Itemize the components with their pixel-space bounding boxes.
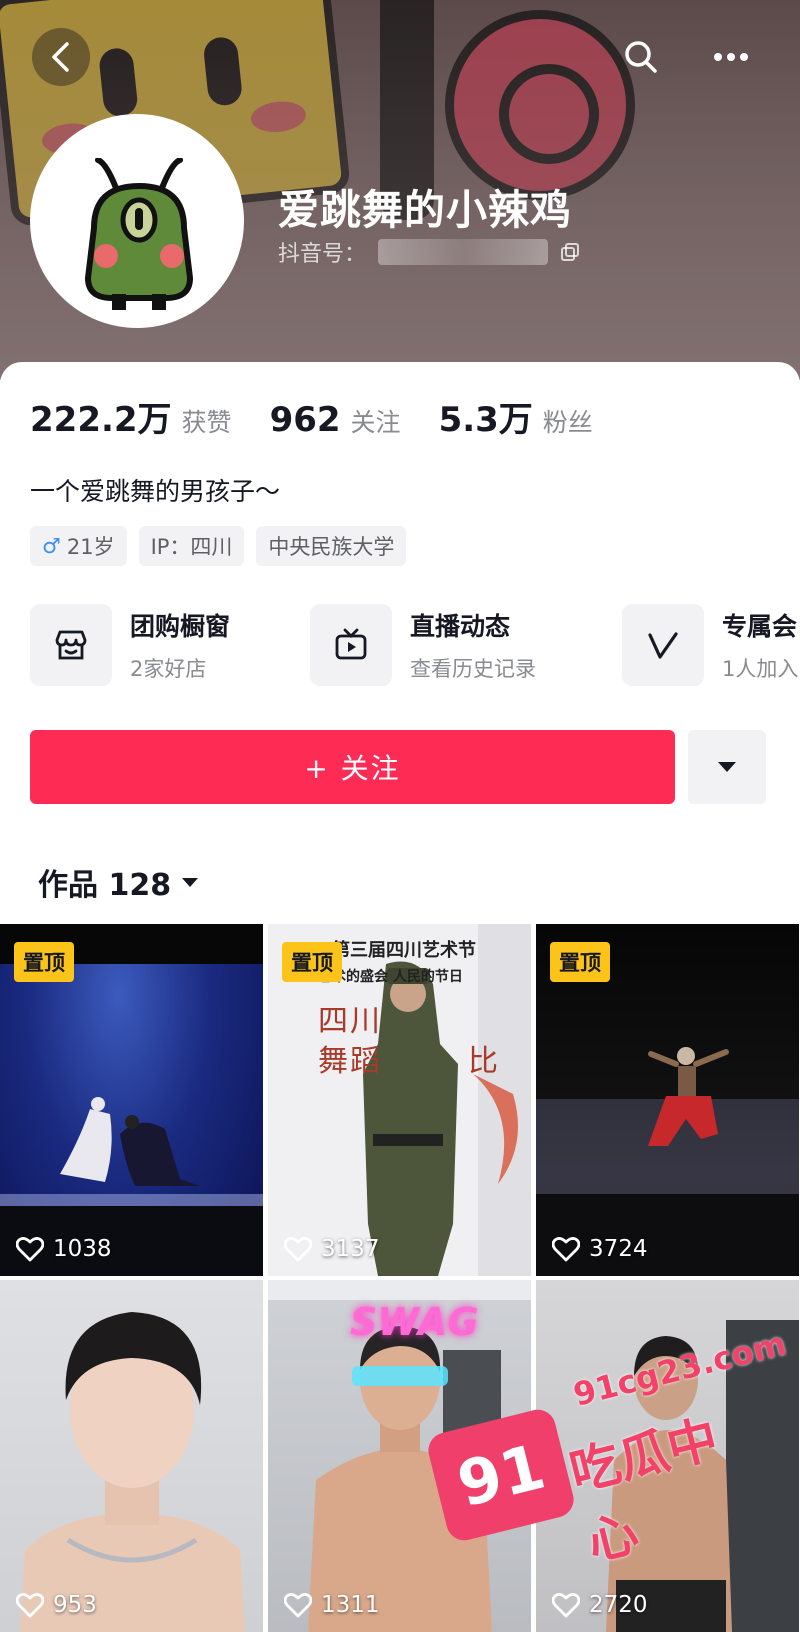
like-count: 1038 [16,1236,112,1262]
v-icon [648,632,678,659]
heart-icon [16,1237,44,1262]
feature-subtitle: 2家好店 [130,657,207,681]
back-button[interactable] [32,28,90,86]
tab-works[interactable]: 作品 128 [38,860,199,904]
feature-exclusive-membership[interactable]: 专属会 1人加入 [622,604,798,686]
feature-icon-box [30,604,112,686]
video-thumbnail[interactable]: 第三届四川艺术节 艺术的盛会 人民的节日 四川 舞蹈 比 置顶 3137 [268,924,531,1276]
poster-line-3: 四川 [318,1004,382,1039]
thumbnail-image-mirror-selfie [606,1320,799,1632]
video-thumbnail[interactable]: 置顶 1038 [0,924,263,1276]
heart-icon [552,1593,580,1618]
profile-stats: 222.2万 获赞 962 关注 5.3万 粉丝 [30,392,631,441]
video-thumbnail[interactable]: SWAG 1311 [268,1280,531,1632]
feature-title: 直播动态 [410,612,511,641]
stat-value: 962 [269,400,341,440]
douyin-id-value-redacted [378,239,549,265]
profile-username: 爱跳舞的小辣鸡 [278,186,572,234]
recommend-dropdown-button[interactable] [688,730,766,804]
stat-value: 5.3万 [438,400,533,440]
profile-bio: 一个爱跳舞的男孩子～ [30,477,281,506]
avatar[interactable] [30,114,244,328]
stat-followers[interactable]: 5.3万 粉丝 [439,392,593,441]
profile-page: 爱跳舞的小辣鸡 抖音号： 222.2万 获赞 962 关注 5.3万 粉丝 一个… [0,0,800,1632]
tag-gender-age: ♂ 21岁 [30,526,127,566]
male-icon: ♂ [42,534,61,558]
feature-icon-box [310,604,392,686]
follow-button[interactable]: + 关注 [30,730,675,804]
pinned-badge: 置顶 [14,942,74,982]
like-count-value: 2720 [589,1592,648,1618]
stat-label: 获赞 [181,408,232,437]
copy-icon[interactable] [560,242,580,262]
douyin-id-row: 抖音号： [278,236,580,268]
poster-line-4: 舞蹈 [318,1044,382,1079]
heart-icon [552,1237,580,1262]
feature-group-buy-window[interactable]: 团购橱窗 2家好店 [30,604,230,686]
tv-icon [335,628,367,660]
store-icon [55,630,87,660]
poster-line-1: 第三届四川艺术节 [332,940,476,961]
age-label: 21岁 [66,535,115,559]
feature-title: 团购橱窗 [130,612,231,641]
chevron-left-icon [52,42,69,72]
caret-down-icon [718,762,736,772]
feature-live-updates[interactable]: 直播动态 查看历史记录 [310,604,536,686]
heart-icon [284,1593,312,1618]
like-count-value: 953 [53,1592,97,1618]
poster-line-5: 比 [468,1044,498,1079]
feature-icon-box [622,604,704,686]
pinned-badge: 置顶 [550,942,610,982]
more-options-button[interactable] [702,28,760,86]
feature-subtitle: 1人加入 [722,657,799,681]
like-count-value: 3137 [321,1236,380,1262]
video-thumbnail[interactable]: 953 [0,1280,263,1632]
like-count: 953 [16,1592,97,1618]
tag-ip: IP：四川 [138,526,245,566]
video-grid: 置顶 1038 第三届四川艺术节 艺术的盛会 人民的节日 四川 舞蹈 比 置顶 [0,924,800,1632]
video-thumbnail[interactable]: 2720 [536,1280,799,1632]
like-count: 2720 [552,1592,648,1618]
avatar-bug-character [84,158,194,310]
feature-title: 专属会 [722,612,798,641]
like-count: 3137 [284,1236,380,1262]
neon-swag-text: SWAG [350,1300,479,1344]
feature-entries: 团购橱窗 2家好店 直播动态 查看历史记录 专属会 1人加入 [30,604,800,688]
feature-subtitle: 查看历史记录 [410,657,536,681]
stat-value: 222.2万 [30,400,172,440]
caret-down-icon [182,877,199,887]
pinned-badge: 置顶 [282,942,342,982]
like-count: 1311 [284,1592,380,1618]
stat-likes[interactable]: 222.2万 获赞 [30,392,232,441]
like-count: 3724 [552,1236,648,1262]
tag-school[interactable]: 中央民族大学 [256,526,407,566]
heart-icon [16,1593,44,1618]
stat-label: 关注 [350,408,401,437]
heart-icon [284,1237,312,1262]
like-count-value: 1311 [321,1592,380,1618]
search-button[interactable] [612,28,670,86]
profile-tags: ♂ 21岁 IP：四川 中央民族大学 [30,526,407,566]
douyin-id-label: 抖音号： [278,242,367,267]
stat-label: 粉丝 [542,408,593,437]
thumbnail-image-portrait [20,1312,245,1632]
like-count-value: 1038 [53,1236,112,1262]
more-icon [714,53,748,61]
video-thumbnail[interactable]: 置顶 3724 [536,924,799,1276]
stat-following[interactable]: 962 关注 [270,400,401,440]
like-count-value: 3724 [589,1236,648,1262]
works-label: 作品 128 [38,868,172,903]
search-icon [625,41,657,73]
